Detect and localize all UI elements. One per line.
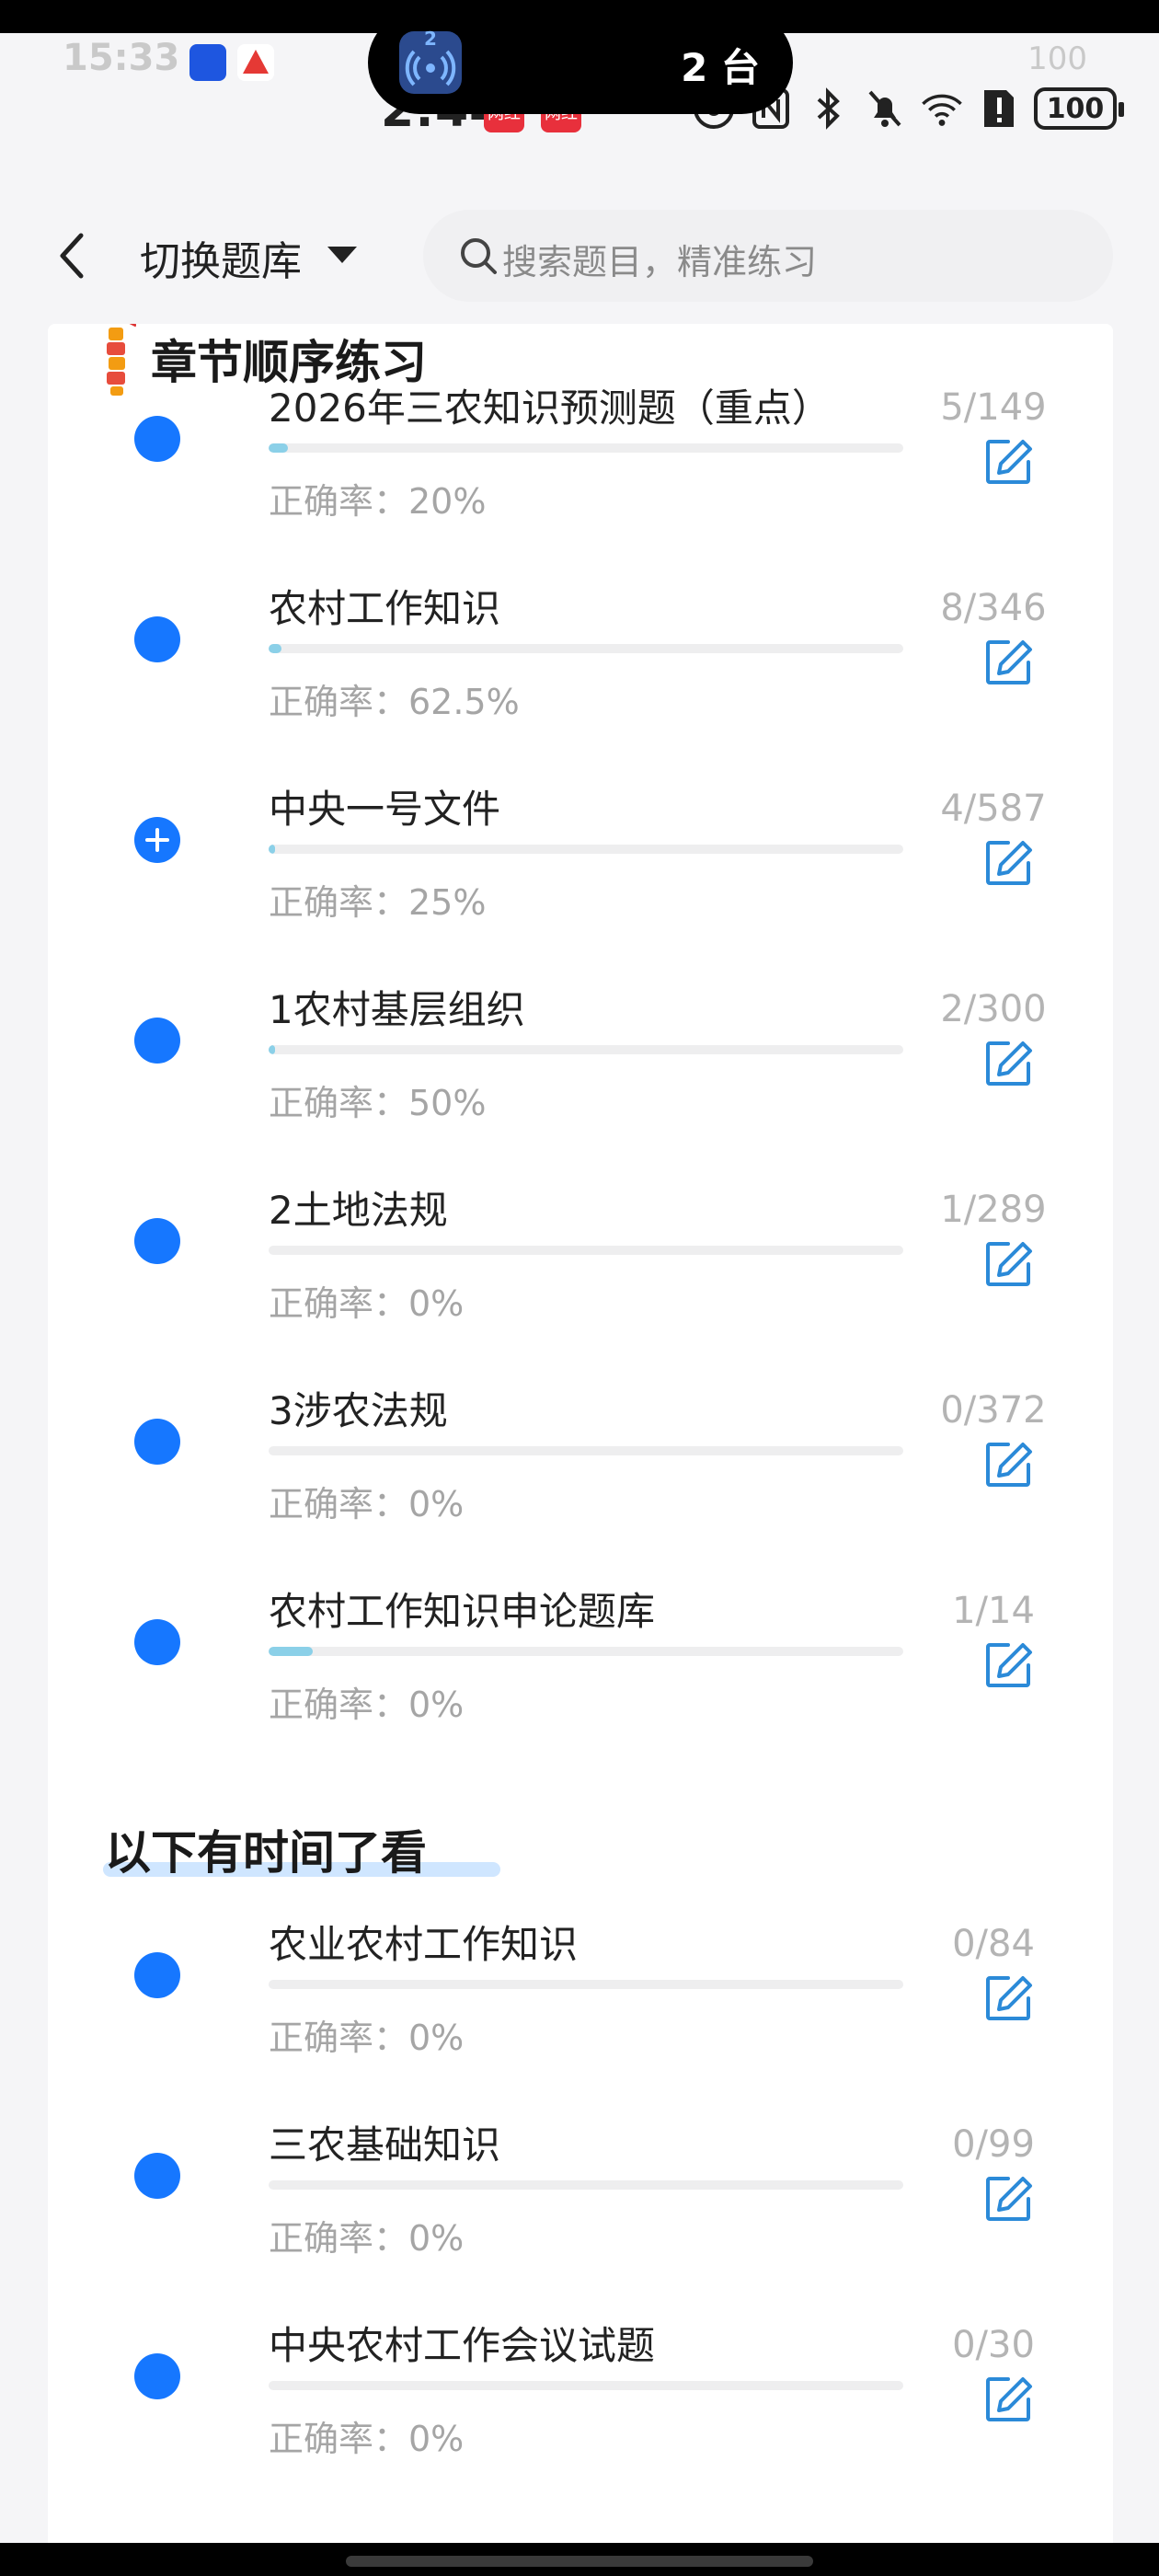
edit-practice-icon[interactable] — [982, 1038, 1034, 1089]
chapter-row[interactable]: 农村工作知识正确率：62.5% 8/346 — [48, 578, 1113, 778]
chapter-row[interactable]: 中央一号文件正确率：25% 4/587 — [48, 778, 1113, 979]
status-dot — [134, 1952, 180, 1998]
progress-bar — [269, 644, 903, 653]
chapter-row[interactable]: 农村工作知识申论题库正确率：0% 1/14 — [48, 1581, 1113, 1781]
progress-bar — [269, 1045, 903, 1054]
chapter-title: 中央农村工作会议试题 — [269, 2323, 656, 2368]
edit-practice-icon[interactable] — [982, 1439, 1034, 1490]
app-icon — [189, 44, 226, 81]
home-indicator[interactable] — [346, 2556, 813, 2567]
chapter-row[interactable]: 2026年三农知识预测题（重点） 正确率：20% 5/149 — [48, 377, 1113, 578]
progress-count: 0/30 — [952, 2324, 1035, 2366]
chapter-title: 3涉农法规 — [269, 1388, 448, 1433]
progress-bar — [269, 1246, 903, 1255]
progress-count: 0/99 — [952, 2123, 1035, 2166]
bluetooth-icon — [806, 86, 850, 131]
progress-bar — [269, 2381, 903, 2390]
accuracy-text: 正确率：0% — [269, 1484, 465, 1524]
accuracy-text: 正确率：20% — [269, 481, 487, 522]
accuracy-text: 正确率：0% — [269, 2018, 465, 2058]
status-dot — [134, 1619, 180, 1665]
mute-icon — [863, 86, 907, 131]
ghost-battery-text: 100 — [1027, 40, 1087, 77]
navigation-bar — [0, 2543, 1159, 2576]
progress-fill — [269, 1045, 275, 1054]
status-dot — [134, 616, 180, 662]
progress-count: 8/346 — [940, 587, 1047, 629]
app-icon — [237, 44, 274, 81]
status-dot — [134, 2353, 180, 2399]
progress-bar — [269, 1980, 903, 1989]
accuracy-text: 正确率：0% — [269, 1283, 465, 1324]
section-title: 以下有时间了看 — [105, 1826, 427, 1880]
chapter-title: 中央一号文件 — [269, 787, 501, 832]
section-header: 以下有时间了看 — [48, 1809, 968, 1882]
switch-bank-button[interactable]: 切换题库 — [140, 228, 302, 287]
edit-practice-icon[interactable] — [982, 436, 1034, 488]
practice-card: 章节顺序练习 2026年三农知识预测题（重点） 正确率：20% 5/149 农村工作知识… — [48, 324, 1113, 2576]
chapter-title: 2026年三农知识预测题（重点） — [269, 385, 831, 431]
status-dot — [134, 2153, 180, 2199]
chapter-row[interactable]: 农业农村工作知识正确率：0% 0/84 — [48, 1914, 1113, 2114]
edit-practice-icon[interactable] — [982, 1639, 1034, 1691]
edit-practice-icon[interactable] — [982, 2173, 1034, 2225]
sim-alert-icon — [977, 86, 1021, 131]
expand-plus-icon[interactable] — [134, 817, 180, 863]
cast-icon: 2 — [399, 28, 462, 94]
chapter-title: 农业农村工作知识 — [269, 1922, 579, 1967]
header: 切换题库 搜索题目，精准练习 — [0, 204, 1159, 305]
wifi-icon — [920, 86, 964, 131]
accuracy-text: 正确率：0% — [269, 1685, 465, 1725]
chapter-row[interactable]: 3涉农法规正确率：0% 0/372 — [48, 1380, 1113, 1581]
chapter-row[interactable]: 三农基础知识正确率：0% 0/99 — [48, 2114, 1113, 2315]
chapter-title: 1农村基层组织 — [269, 987, 525, 1032]
status-dot — [134, 1218, 180, 1264]
progress-count: 5/149 — [940, 386, 1047, 429]
accuracy-text: 正确率：62.5% — [269, 682, 520, 722]
chapter-row[interactable]: 中央农村工作会议试题正确率：0% 0/30 — [48, 2315, 1113, 2515]
progress-fill — [269, 644, 281, 653]
search-placeholder: 搜索题目，精准练习 — [502, 242, 818, 282]
progress-fill — [269, 1647, 314, 1656]
status-dot — [134, 1018, 180, 1064]
back-arrow-icon[interactable] — [50, 228, 96, 283]
progress-bar — [269, 443, 903, 453]
accuracy-text: 正确率：0% — [269, 2419, 465, 2459]
accuracy-text: 正确率：25% — [269, 882, 487, 923]
status-dot — [134, 416, 180, 462]
edit-practice-icon[interactable] — [982, 637, 1034, 688]
chapter-title: 三农基础知识 — [269, 2122, 501, 2168]
progress-fill — [269, 845, 275, 854]
chapter-row[interactable]: 2土地法规正确率：0% 1/289 — [48, 1179, 1113, 1380]
dynamic-island[interactable]: 2 2 台 — [368, 11, 793, 114]
progress-count: 4/587 — [940, 788, 1047, 830]
chapter-title: 农村工作知识申论题库 — [269, 1589, 656, 1634]
chapter-title: 农村工作知识 — [269, 586, 501, 631]
accuracy-text: 正确率：50% — [269, 1083, 487, 1123]
edit-practice-icon[interactable] — [982, 837, 1034, 889]
search-icon — [456, 234, 500, 278]
progress-count: 2/300 — [940, 988, 1047, 1030]
status-dot — [134, 1419, 180, 1465]
progress-fill — [269, 443, 288, 453]
edit-practice-icon[interactable] — [982, 1238, 1034, 1290]
chapter-title: 2土地法规 — [269, 1188, 448, 1233]
search-input[interactable]: 搜索题目，精准练习 — [423, 210, 1113, 302]
edit-practice-icon[interactable] — [982, 2374, 1034, 2425]
accuracy-text: 正确率：0% — [269, 2218, 465, 2259]
caret-down-icon[interactable] — [327, 247, 357, 263]
progress-count: 0/372 — [940, 1389, 1047, 1432]
chapter-row[interactable]: 1农村基层组织正确率：50% 2/300 — [48, 979, 1113, 1179]
ghost-time: 15:33 — [63, 37, 180, 79]
progress-bar — [269, 845, 903, 854]
progress-count: 1/14 — [952, 1590, 1035, 1632]
battery-indicator: 100 — [1034, 87, 1124, 130]
progress-count: 1/289 — [940, 1189, 1047, 1231]
island-text: 2 台 — [681, 45, 760, 90]
progress-count: 0/84 — [952, 1923, 1035, 1965]
progress-bar — [269, 2180, 903, 2190]
progress-bar — [269, 1647, 903, 1656]
edit-practice-icon[interactable] — [982, 1972, 1034, 2024]
progress-bar — [269, 1446, 903, 1455]
